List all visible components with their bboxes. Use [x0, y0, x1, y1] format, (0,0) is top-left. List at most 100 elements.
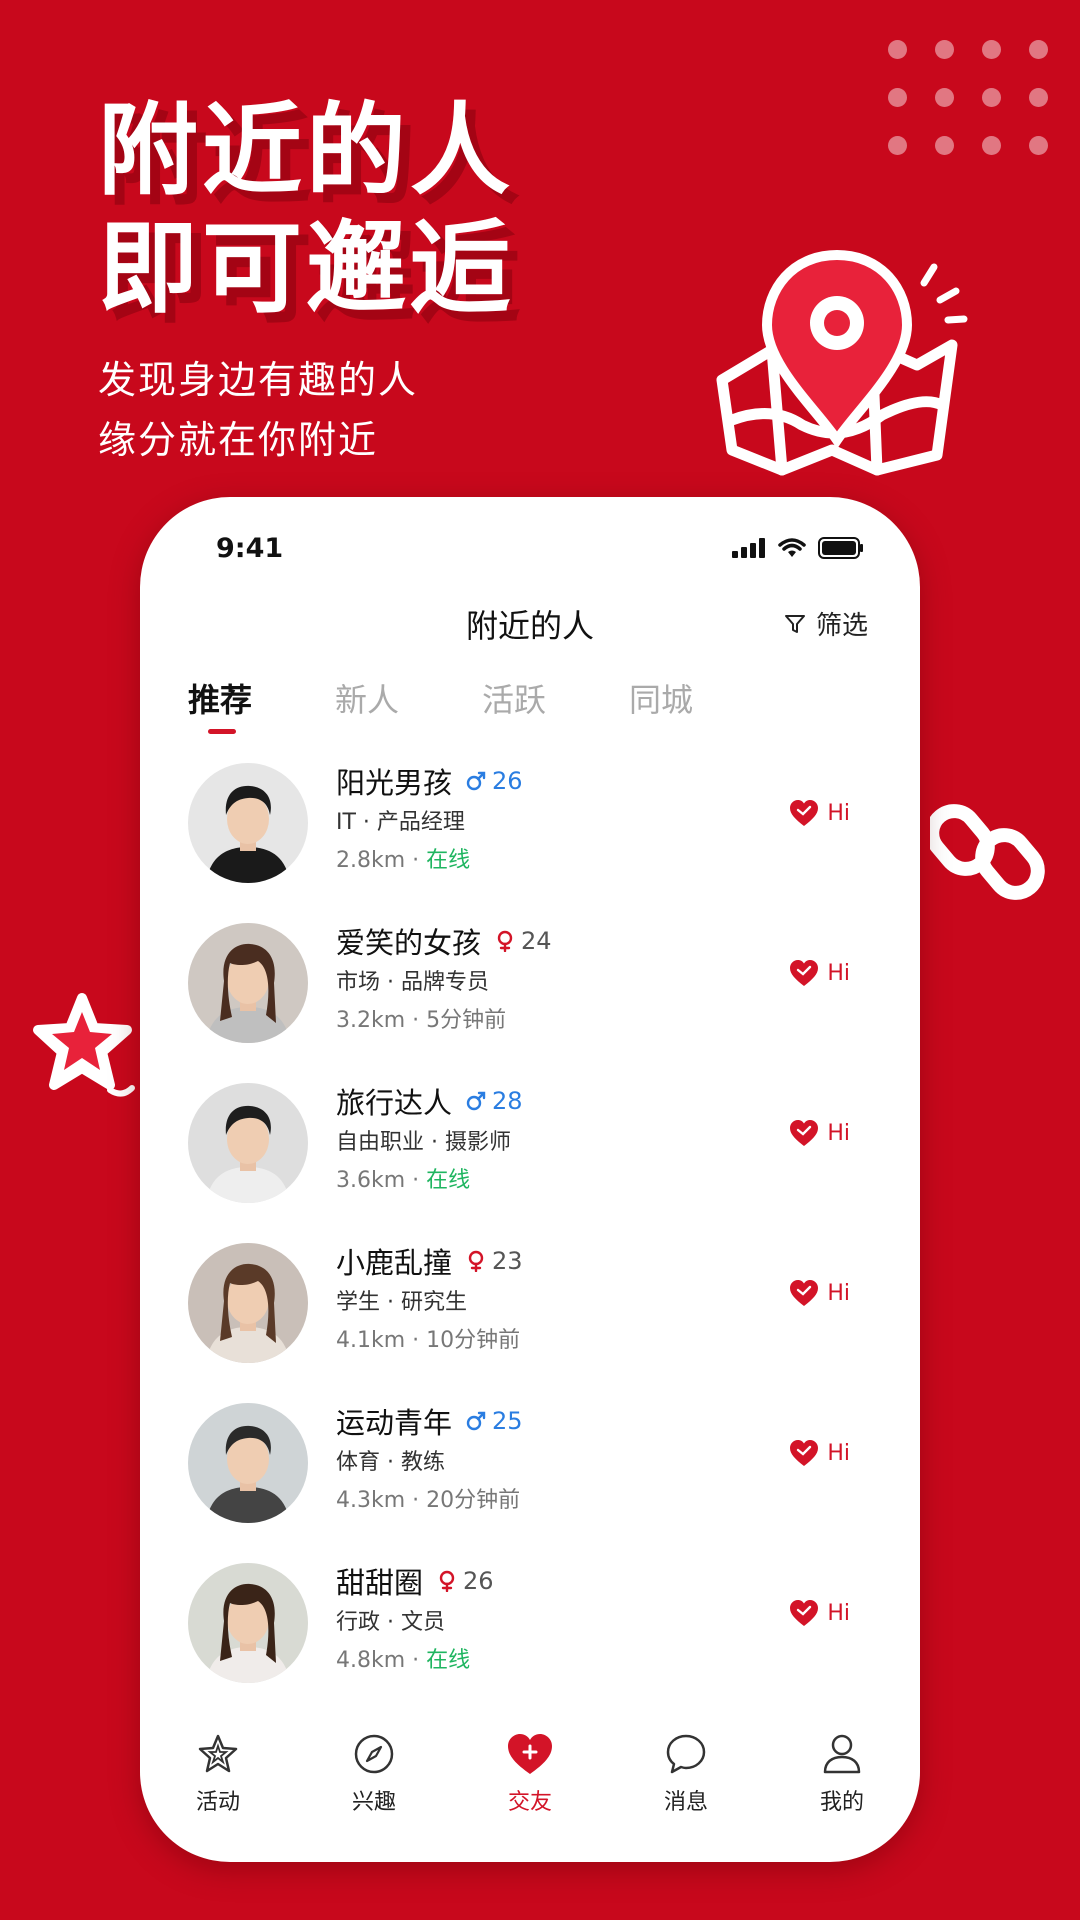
say-hi-button[interactable]: Hi — [789, 959, 850, 987]
tab-interest[interactable]: 兴趣 — [296, 1732, 452, 1852]
user-list-item[interactable]: 运动青年 25 体育 · 教练 4.3km · 20分钟前 Hi — [140, 1399, 920, 1559]
bottom-tab-bar: 活动 兴趣 交友 消息 我的 — [140, 1732, 920, 1852]
user-distance: 3.2km — [336, 1008, 406, 1033]
status-bar: 9:41 — [140, 533, 920, 573]
say-hi-label: Hi — [827, 1120, 850, 1146]
user-occupation: 体育 · 教练 — [336, 1450, 445, 1475]
user-name: 小鹿乱撞 — [336, 1246, 453, 1280]
user-activity-status: 10分钟前 — [426, 1328, 521, 1353]
tab-activity-label: 活动 — [195, 1790, 240, 1815]
tab-me-label: 我的 — [819, 1790, 864, 1815]
heart-icon — [790, 960, 819, 986]
filter-button[interactable]: 筛选 — [784, 605, 868, 642]
user-info: 旅行达人 28 自由职业 · 摄影师 3.6km · 在线 — [336, 1079, 523, 1201]
wifi-icon — [778, 538, 806, 557]
user-list-item[interactable]: 阳光男孩 26 IT · 产品经理 2.8km · 在线 Hi — [140, 759, 920, 919]
user-distance-line: 4.3km · 20分钟前 — [336, 1481, 523, 1521]
separator-dot: · — [412, 848, 427, 873]
tab-messages[interactable]: 消息 — [608, 1732, 764, 1852]
heart-icon — [790, 800, 819, 826]
tab-friends[interactable]: 交友 — [452, 1732, 608, 1852]
user-name: 甜甜圈 — [336, 1566, 424, 1600]
subtitle-line-1: 发现身边有趣的人 — [98, 358, 419, 402]
user-distance: 4.1km — [336, 1328, 406, 1353]
user-list-item[interactable]: 甜甜圈 26 行政 · 文员 4.8km · 在线 Hi — [140, 1559, 920, 1719]
user-activity-status: 在线 — [426, 1168, 471, 1193]
user-occupation: 市场 · 品牌专员 — [336, 970, 489, 995]
avatar[interactable] — [188, 1403, 308, 1523]
status-time: 9:41 — [216, 533, 284, 564]
compass-icon — [354, 1734, 394, 1774]
battery-icon — [818, 537, 863, 559]
say-hi-button[interactable]: Hi — [789, 1599, 850, 1627]
say-hi-button[interactable]: Hi — [789, 1439, 850, 1467]
say-hi-button[interactable]: Hi — [789, 1119, 850, 1147]
user-occupation: IT · 产品经理 — [336, 810, 465, 835]
user-info: 甜甜圈 26 行政 · 文员 4.8km · 在线 — [336, 1559, 494, 1681]
user-name: 运动青年 — [336, 1406, 453, 1440]
heart-plus-icon — [508, 1734, 552, 1774]
say-hi-label: Hi — [827, 1440, 850, 1466]
heart-icon — [790, 1280, 819, 1306]
link-icon — [930, 804, 1045, 900]
say-hi-button[interactable]: Hi — [789, 1279, 850, 1307]
map-pin-icon — [716, 249, 968, 476]
user-activity-status: 在线 — [426, 848, 471, 873]
user-age: 23 — [492, 1247, 523, 1275]
avatar[interactable] — [188, 1083, 308, 1203]
user-age: 26 — [463, 1567, 494, 1595]
tab-interest-label: 兴趣 — [351, 1790, 396, 1815]
phone-screen: 9:41 附近的人 筛选 推荐 新人 活跃 同城 阳光男孩 26 IT · 产品… — [140, 497, 920, 1862]
tab-messages-label: 消息 — [663, 1790, 708, 1815]
user-list-item[interactable]: 小鹿乱撞 23 学生 · 研究生 4.1km · 10分钟前 Hi — [140, 1239, 920, 1399]
star-icon — [33, 993, 135, 1097]
user-info: 运动青年 25 体育 · 教练 4.3km · 20分钟前 — [336, 1399, 523, 1521]
user-distance-line: 2.8km · 在线 — [336, 841, 523, 881]
separator-dot: · — [412, 1168, 427, 1193]
avatar[interactable] — [188, 923, 308, 1043]
user-age: 26 — [492, 767, 523, 795]
star-icon — [198, 1734, 238, 1773]
user-distance: 4.8km — [336, 1648, 406, 1673]
say-hi-label: Hi — [827, 800, 850, 826]
separator-dot: · — [412, 1648, 427, 1673]
user-info: 小鹿乱撞 23 学生 · 研究生 4.1km · 10分钟前 — [336, 1239, 523, 1361]
person-icon — [823, 1734, 861, 1774]
user-list-item[interactable]: 爱笑的女孩 24 市场 · 品牌专员 3.2km · 5分钟前 Hi — [140, 919, 920, 1079]
heart-icon — [790, 1120, 819, 1146]
headline-line-2: 即可邂逅 — [98, 210, 514, 327]
tab-bar-top: 推荐 新人 活跃 同城 — [188, 675, 776, 734]
tab-friends-label: 交友 — [507, 1790, 552, 1815]
user-name: 爱笑的女孩 — [336, 926, 482, 960]
tab-new[interactable]: 新人 — [335, 675, 482, 721]
user-info: 阳光男孩 26 IT · 产品经理 2.8km · 在线 — [336, 759, 523, 881]
dot-grid-decoration — [888, 40, 1049, 156]
tab-recommend[interactable]: 推荐 — [188, 675, 335, 734]
user-distance-line: 4.1km · 10分钟前 — [336, 1321, 523, 1361]
user-age: 28 — [492, 1087, 523, 1115]
user-occupation: 学生 · 研究生 — [336, 1290, 467, 1315]
user-name: 旅行达人 — [336, 1086, 453, 1120]
avatar[interactable] — [188, 763, 308, 883]
say-hi-label: Hi — [827, 1600, 850, 1626]
user-activity-status: 在线 — [426, 1648, 471, 1673]
say-hi-button[interactable]: Hi — [789, 799, 850, 827]
user-list: 阳光男孩 26 IT · 产品经理 2.8km · 在线 Hi 爱笑的女孩 24… — [140, 759, 920, 1719]
separator-dot: · — [412, 1488, 427, 1513]
avatar[interactable] — [188, 1563, 308, 1683]
tab-me[interactable]: 我的 — [764, 1732, 920, 1852]
user-info: 爱笑的女孩 24 市场 · 品牌专员 3.2km · 5分钟前 — [336, 919, 552, 1041]
user-distance: 4.3km — [336, 1488, 406, 1513]
tab-activity[interactable]: 活动 — [140, 1732, 296, 1852]
tab-same-city[interactable]: 同城 — [629, 675, 776, 721]
say-hi-label: Hi — [827, 1280, 850, 1306]
male-icon — [466, 771, 486, 791]
user-distance-line: 3.2km · 5分钟前 — [336, 1001, 552, 1041]
tab-active[interactable]: 活跃 — [482, 675, 629, 721]
female-icon — [468, 1250, 484, 1272]
user-activity-status: 5分钟前 — [426, 1008, 507, 1033]
user-list-item[interactable]: 旅行达人 28 自由职业 · 摄影师 3.6km · 在线 Hi — [140, 1079, 920, 1239]
gender-age-badge: 23 — [466, 1247, 523, 1275]
avatar[interactable] — [188, 1243, 308, 1363]
gender-age-badge: 26 — [437, 1567, 494, 1595]
